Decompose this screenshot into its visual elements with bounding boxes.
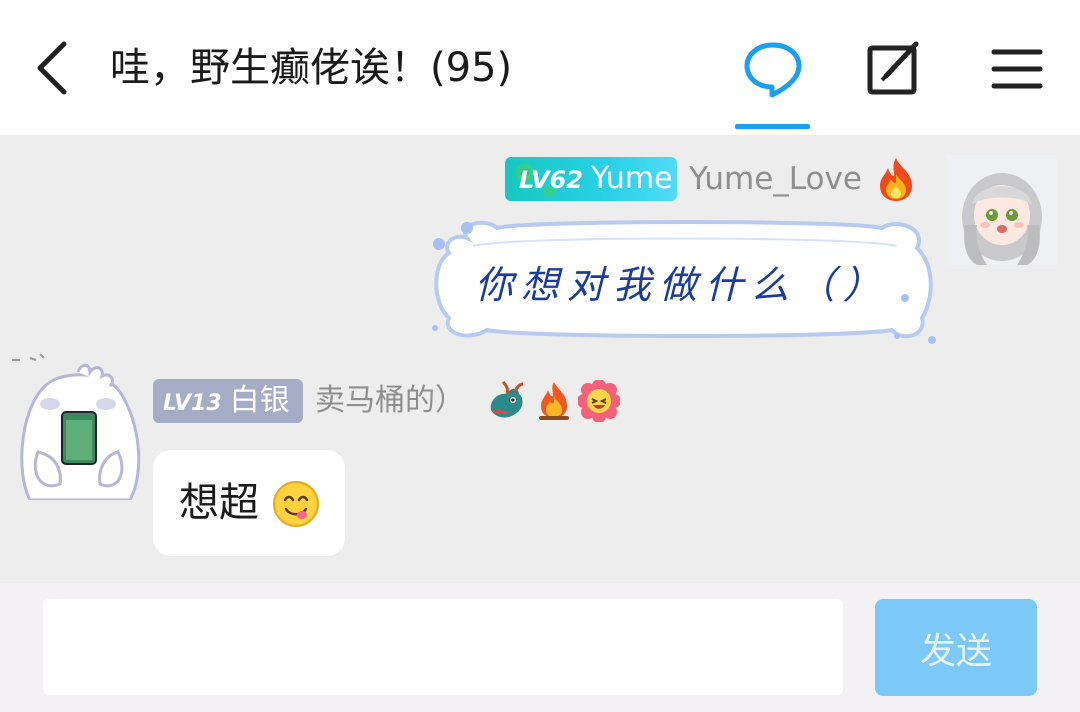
active-tab-indicator — [735, 124, 810, 129]
level-text: LV13 — [163, 391, 222, 416]
level-text: LV62 — [519, 166, 583, 194]
send-button[interactable]: 发送 — [875, 599, 1037, 696]
avatar[interactable] — [947, 155, 1057, 265]
edit-square-icon[interactable] — [864, 38, 926, 100]
level-badge: LV13 白银 — [153, 379, 303, 423]
chat-header: 哇，野生癫佬诶！(95) — [0, 0, 1080, 135]
message-text: 想超 — [179, 480, 259, 526]
level-badge: LV62 Yume — [505, 157, 677, 201]
flower-face-emoji — [577, 379, 621, 423]
dragon-emoji — [485, 380, 527, 422]
menu-icon[interactable] — [988, 38, 1050, 100]
message-text: 你想对我做什么（） — [474, 262, 889, 307]
fire-icon — [874, 156, 918, 202]
badge-name: 白银 — [229, 383, 290, 418]
campfire-emoji — [533, 380, 575, 422]
chat-bubble-icon[interactable] — [742, 38, 804, 100]
avatar[interactable] — [10, 352, 150, 502]
sender-name[interactable]: Yume_Love — [689, 157, 862, 201]
back-arrow-icon[interactable] — [28, 38, 80, 98]
sender-name[interactable]: 卖马桶的） — [315, 379, 465, 423]
chat-title: 哇，野生癫佬诶！(95) — [110, 45, 513, 91]
yum-face-emoji — [272, 480, 320, 528]
message-bubble[interactable]: 你想对我做什么（） — [427, 218, 937, 344]
badge-name: Yume — [590, 161, 673, 196]
message-input[interactable] — [43, 599, 843, 695]
